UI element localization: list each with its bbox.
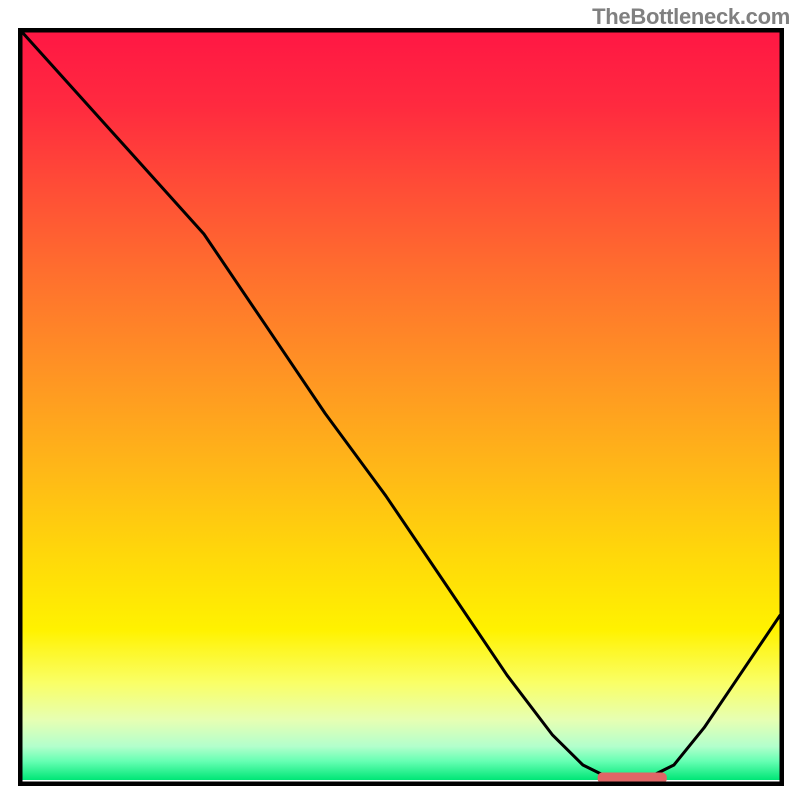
chart-container: TheBottleneck.com <box>0 0 800 800</box>
gradient-background <box>21 31 781 780</box>
plot-svg <box>18 28 784 786</box>
watermark-text: TheBottleneck.com <box>592 4 790 30</box>
bottleneck-plot <box>18 28 784 786</box>
